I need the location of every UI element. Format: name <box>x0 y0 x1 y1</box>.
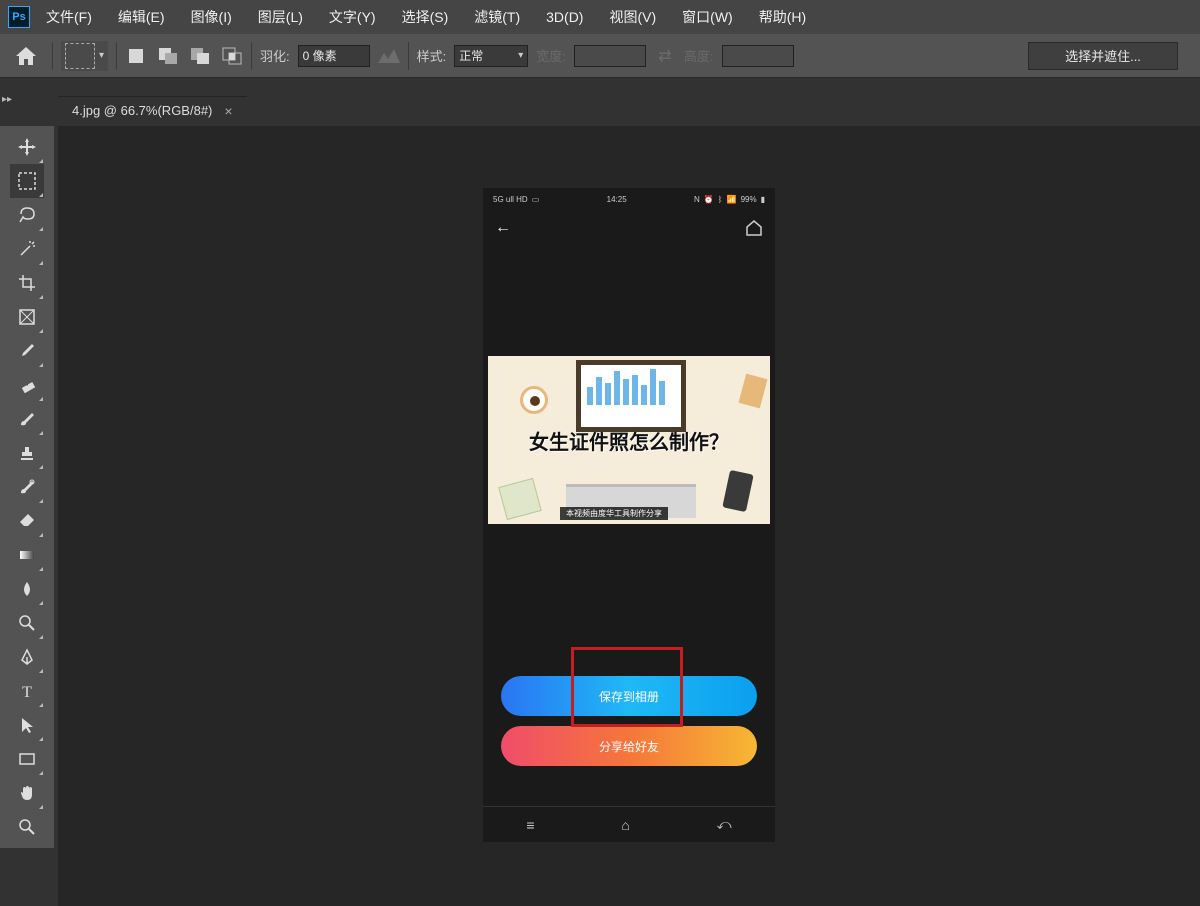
gradient-tool[interactable] <box>10 538 44 572</box>
zoom-tool[interactable] <box>10 810 44 844</box>
new-selection-icon[interactable] <box>125 45 147 67</box>
crop-tool[interactable] <box>10 266 44 300</box>
divider <box>251 42 252 70</box>
status-time: 14:25 <box>607 195 627 204</box>
home-outline-icon <box>745 219 763 237</box>
document-title: 4.jpg @ 66.7%(RGB/8#) <box>72 103 212 118</box>
blur-tool[interactable] <box>10 572 44 606</box>
subtract-from-selection-icon[interactable] <box>189 45 211 67</box>
width-label: 宽度: <box>536 46 566 65</box>
canvas-document-image: 5G ull HD ▭ 14:25 N ⏰ ᛒ 📶 99% ▮ ← 女生证件照怎么制作？ 本… <box>483 188 775 842</box>
nfc-icon: N <box>694 195 700 204</box>
magic-wand-tool[interactable] <box>10 232 44 266</box>
document-tab-bar: 4.jpg @ 66.7%(RGB/8#) × <box>58 94 247 126</box>
image-headline: 女生证件照怎么制作？ <box>488 426 770 455</box>
eraser-tool[interactable] <box>10 504 44 538</box>
chevron-down-icon: ▾ <box>518 50 523 61</box>
battery-percent: 99% <box>741 195 757 204</box>
frame-tool[interactable] <box>10 300 44 334</box>
style-value: 正常 <box>459 47 483 64</box>
wifi-icon: 📶 <box>727 195 737 204</box>
menu-edit[interactable]: 编辑(E) <box>108 3 175 31</box>
hd-icon: ▭ <box>532 195 540 204</box>
tool-preset-picker[interactable]: ▾ <box>61 41 108 71</box>
menu-nav-icon: ≡ <box>526 817 534 833</box>
divider <box>52 42 53 70</box>
menu-type[interactable]: 文字(Y) <box>319 3 386 31</box>
bluetooth-icon: ᛒ <box>718 195 723 204</box>
chevron-down-icon: ▾ <box>99 50 104 61</box>
style-select[interactable]: 正常 ▾ <box>454 45 528 67</box>
lasso-tool[interactable] <box>10 198 44 232</box>
feather-input[interactable] <box>298 45 370 67</box>
rectangle-tool[interactable] <box>10 742 44 776</box>
feather-label: 羽化: <box>260 46 290 65</box>
svg-text:T: T <box>22 684 32 700</box>
document-tab[interactable]: 4.jpg @ 66.7%(RGB/8#) × <box>58 96 247 125</box>
select-and-mask-button[interactable]: 选择并遮住... <box>1028 42 1178 70</box>
home-nav-icon: ⌂ <box>621 817 629 833</box>
menu-window[interactable]: 窗口(W) <box>672 3 743 31</box>
antialias-icon[interactable] <box>378 45 400 67</box>
left-toolbar: T <box>0 126 54 848</box>
phone-app-nav: ← <box>483 210 775 246</box>
menu-view[interactable]: 视图(V) <box>599 3 666 31</box>
type-tool[interactable]: T <box>10 674 44 708</box>
style-label: 样式: <box>417 46 447 65</box>
share-to-friends-button: 分享给好友 <box>501 726 757 766</box>
annotation-red-box <box>571 647 683 727</box>
home-button[interactable] <box>8 40 44 72</box>
phone-preview-image: 女生证件照怎么制作？ 本视频由度华工具制作分享 <box>488 356 770 524</box>
marquee-tool[interactable] <box>10 164 44 198</box>
back-nav-icon: ⤺ <box>717 816 732 833</box>
signal-icon: 5G ull HD <box>493 195 528 204</box>
swap-dimensions-icon: ⇄ <box>654 45 676 67</box>
dodge-tool[interactable] <box>10 606 44 640</box>
width-input <box>574 45 646 67</box>
divider <box>408 42 409 70</box>
menu-help[interactable]: 帮助(H) <box>749 3 816 31</box>
panel-collapse-handle[interactable]: ▸▸ <box>2 94 12 105</box>
close-icon[interactable]: × <box>224 103 232 119</box>
marquee-preset-icon <box>65 43 95 69</box>
height-input <box>722 45 794 67</box>
canvas-area[interactable]: 5G ull HD ▭ 14:25 N ⏰ ᛒ 📶 99% ▮ ← 女生证件照怎么制作？ 本… <box>58 126 1200 906</box>
hand-tool[interactable] <box>10 776 44 810</box>
menu-bar: Ps 文件(F) 编辑(E) 图像(I) 图层(L) 文字(Y) 选择(S) 滤… <box>0 0 1200 34</box>
path-selection-tool[interactable] <box>10 708 44 742</box>
history-brush-tool[interactable] <box>10 470 44 504</box>
brush-tool[interactable] <box>10 402 44 436</box>
move-tool[interactable] <box>10 130 44 164</box>
menu-3d[interactable]: 3D(D) <box>536 5 593 29</box>
intersect-selection-icon[interactable] <box>221 45 243 67</box>
image-subtitle: 本视频由度华工具制作分享 <box>560 507 668 520</box>
selection-mode-group <box>125 45 243 67</box>
height-label: 高度: <box>684 46 714 65</box>
menu-filter[interactable]: 滤镜(T) <box>464 3 530 31</box>
menu-layer[interactable]: 图层(L) <box>248 3 313 31</box>
eyedropper-tool[interactable] <box>10 334 44 368</box>
alarm-icon: ⏰ <box>704 195 714 204</box>
battery-icon: ▮ <box>761 195 765 204</box>
menu-image[interactable]: 图像(I) <box>181 3 242 31</box>
phone-status-bar: 5G ull HD ▭ 14:25 N ⏰ ᛒ 📶 99% ▮ <box>483 188 775 210</box>
phone-system-nav: ≡ ⌂ ⤺ <box>483 806 775 842</box>
menu-select[interactable]: 选择(S) <box>392 3 459 31</box>
menu-file[interactable]: 文件(F) <box>36 3 102 31</box>
photoshop-logo: Ps <box>8 6 30 28</box>
healing-brush-tool[interactable] <box>10 368 44 402</box>
add-to-selection-icon[interactable] <box>157 45 179 67</box>
back-arrow-icon: ← <box>495 219 511 237</box>
stamp-tool[interactable] <box>10 436 44 470</box>
pen-tool[interactable] <box>10 640 44 674</box>
divider <box>116 42 117 70</box>
options-bar: ▾ 羽化: 样式: 正常 ▾ 宽度: ⇄ 高度: 选择并遮住... <box>0 34 1200 78</box>
